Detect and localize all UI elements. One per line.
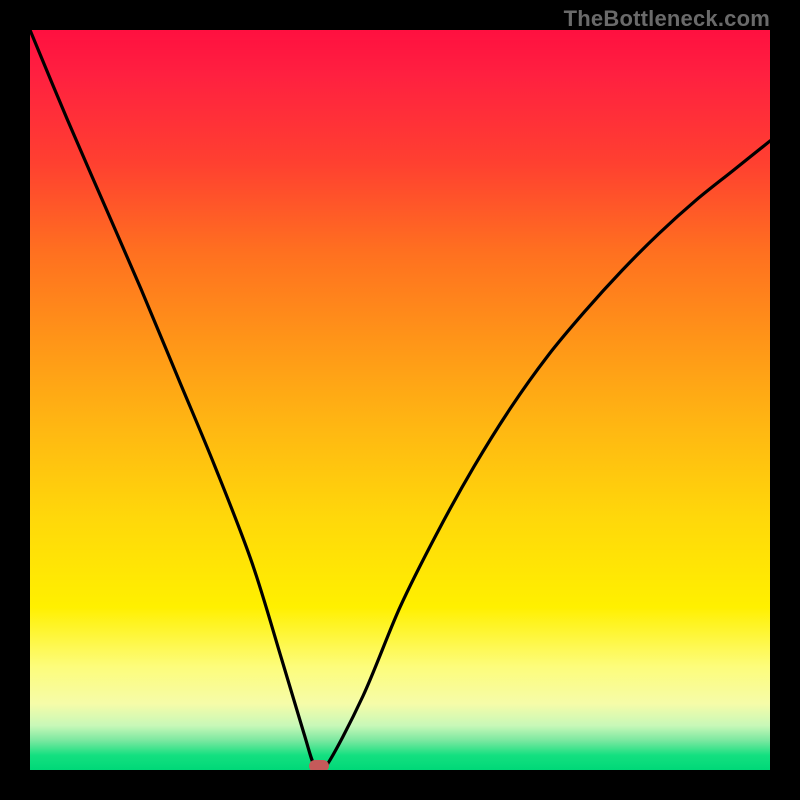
gradient-background [30, 30, 770, 770]
watermark-text: TheBottleneck.com [564, 6, 770, 32]
chart-frame: TheBottleneck.com [0, 0, 800, 800]
plot-area [30, 30, 770, 770]
min-point-marker [309, 760, 329, 770]
